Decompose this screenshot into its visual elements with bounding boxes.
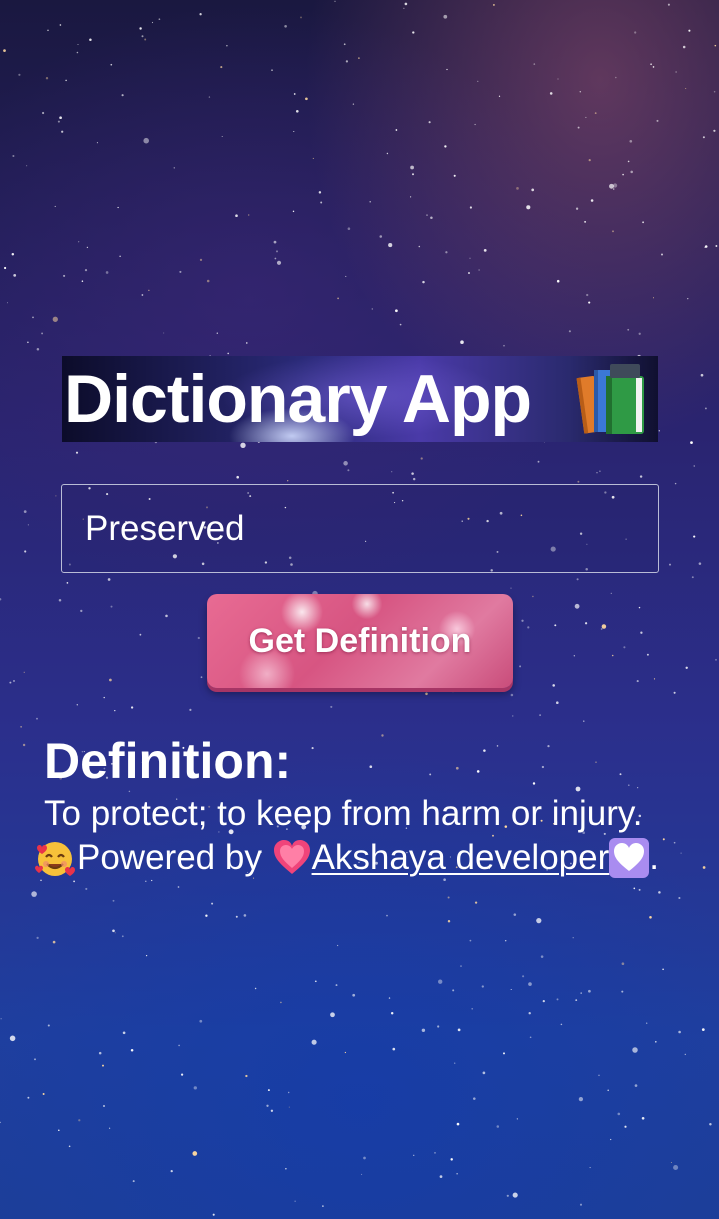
word-input[interactable]: [61, 484, 659, 573]
powered-by-line: Powered by Akshaya developer .: [33, 836, 659, 880]
get-definition-button[interactable]: Get Definition: [207, 594, 513, 688]
books-icon: [576, 364, 644, 434]
definition-heading: Definition:: [44, 733, 292, 789]
growing-heart-icon: [273, 840, 310, 874]
page-title: Dictionary App: [64, 361, 532, 437]
powered-by-label: Powered by: [77, 838, 262, 877]
title-banner: Dictionary App: [62, 356, 658, 442]
smiling-face-with-hearts-icon: [35, 842, 75, 876]
developer-link[interactable]: Akshaya developer: [272, 836, 650, 880]
definition-text: To protect; to keep from harm or injury.: [44, 794, 643, 833]
developer-link-text: Akshaya developer: [311, 838, 610, 877]
trailing-period: .: [649, 838, 659, 877]
white-heart-icon: [609, 838, 650, 878]
